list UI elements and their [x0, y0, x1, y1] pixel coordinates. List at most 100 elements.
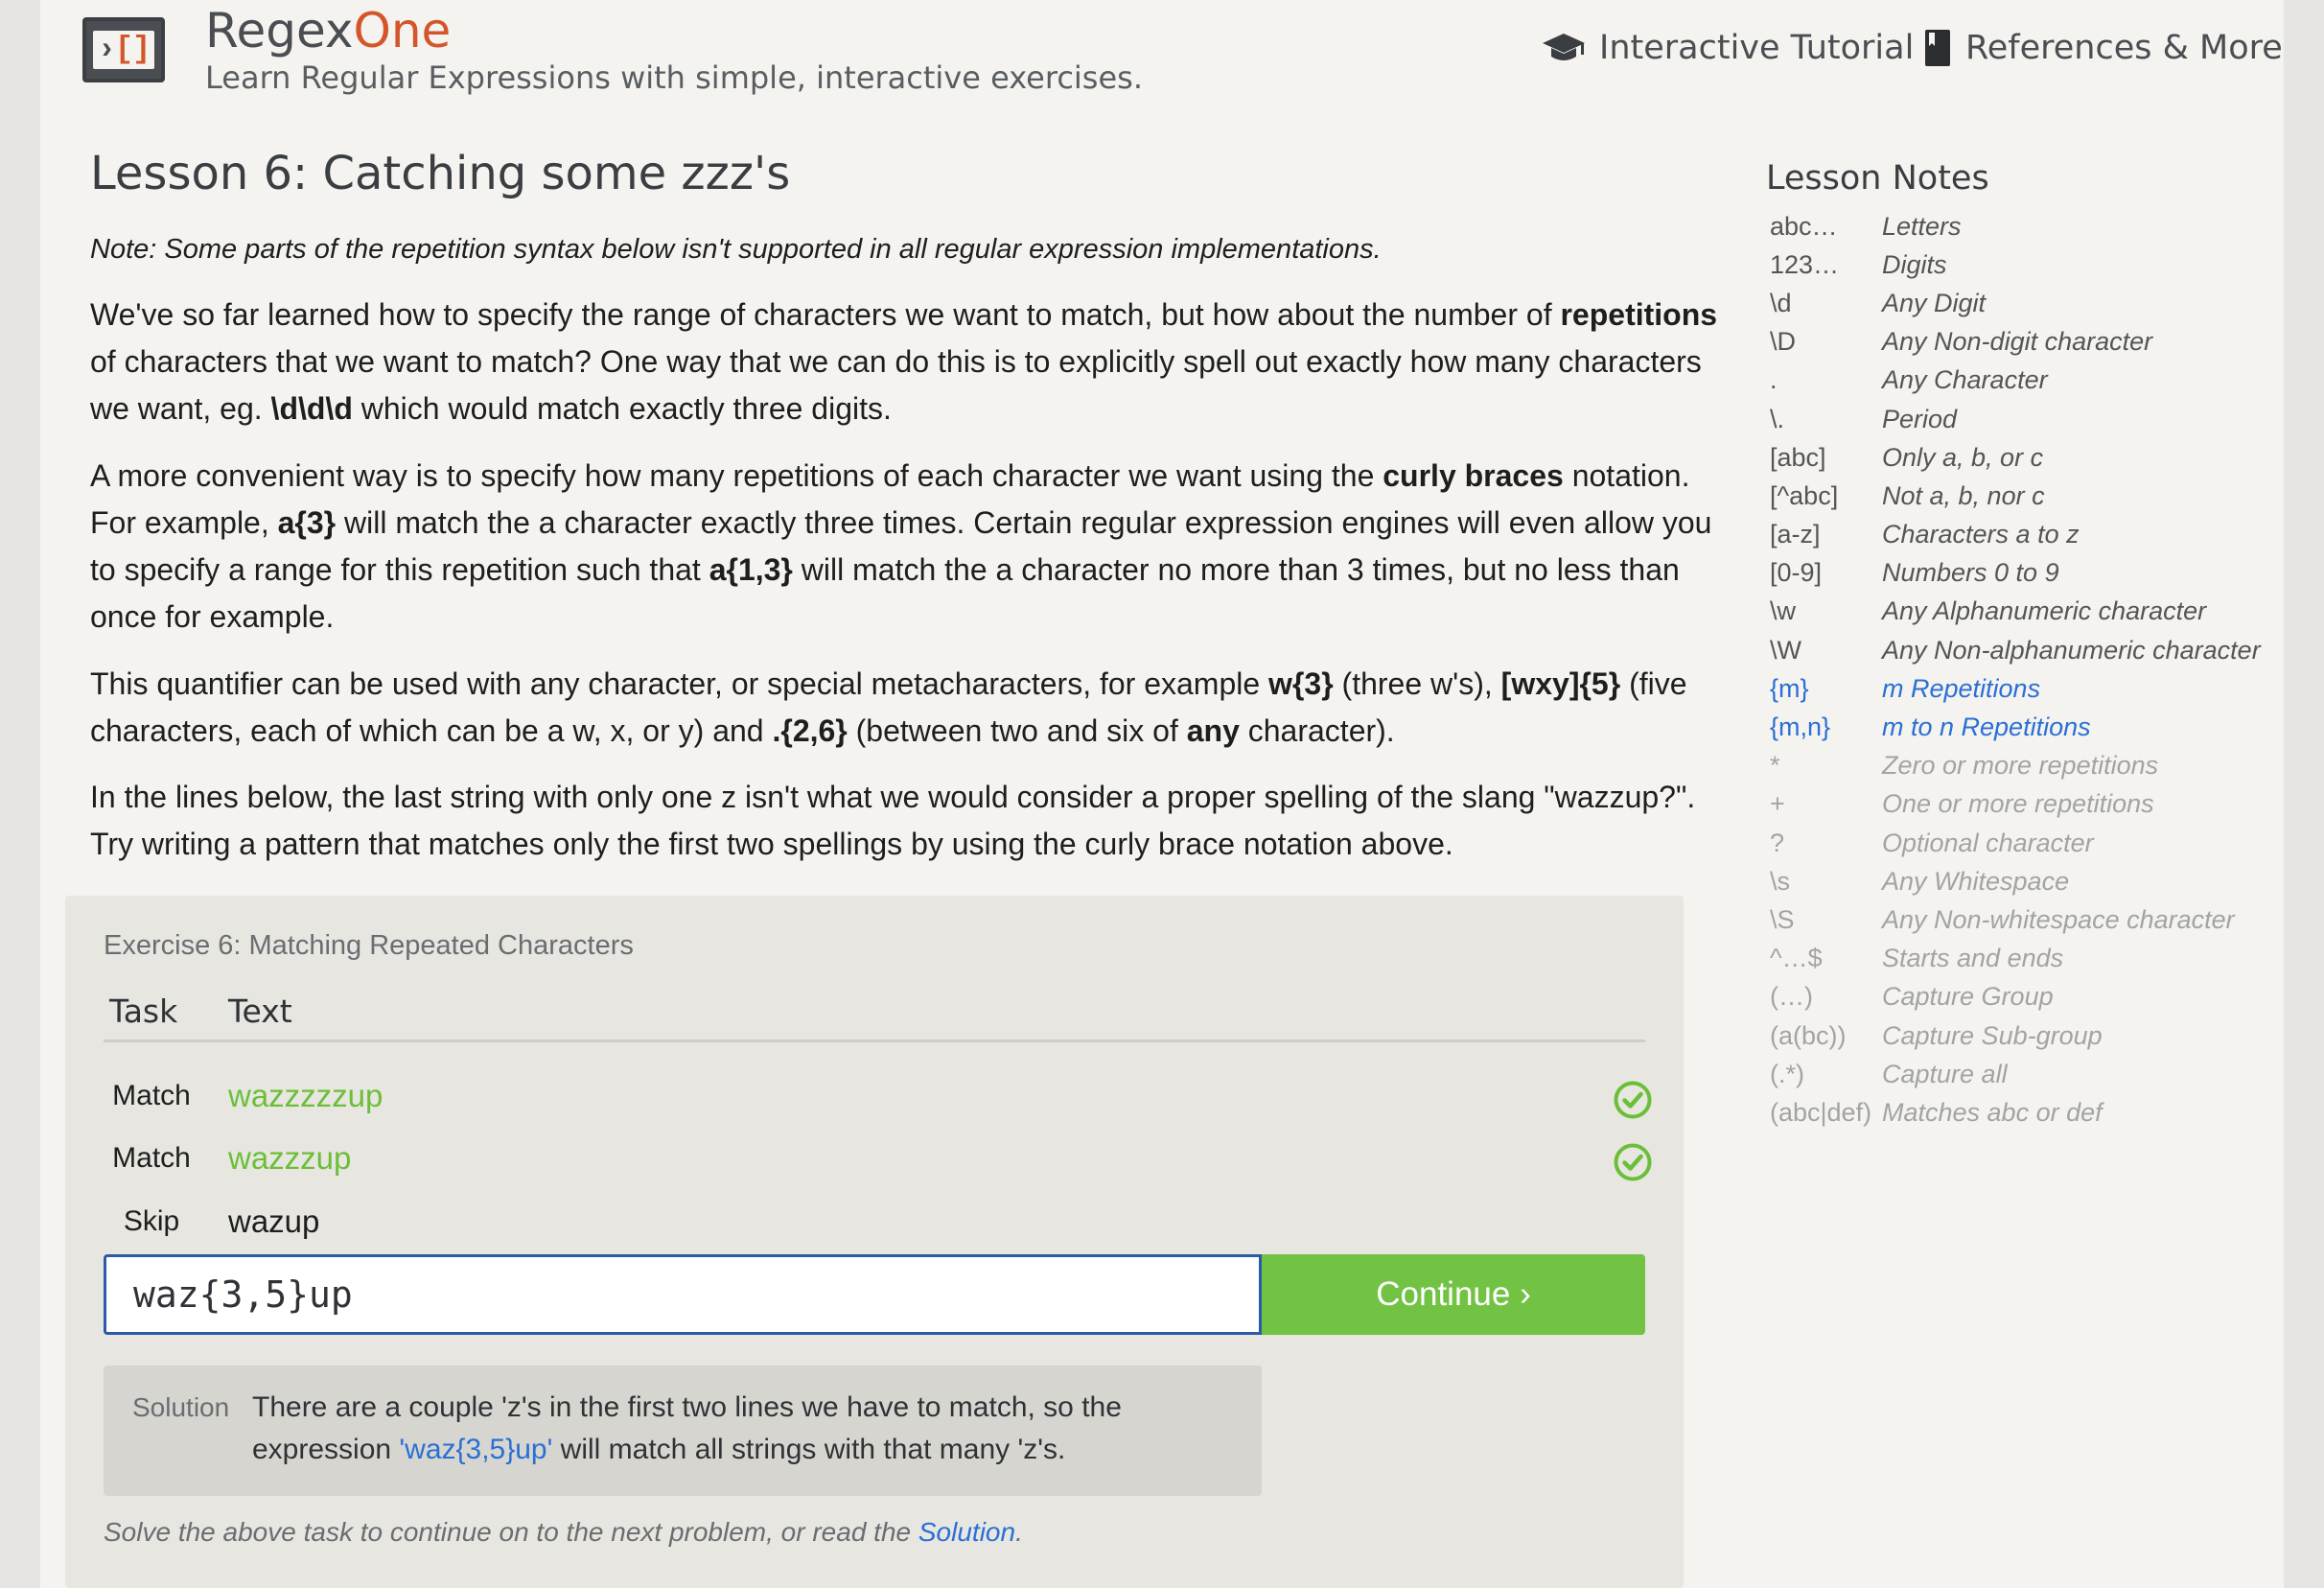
- text-span: This quantifier can be used with any cha…: [90, 666, 1269, 701]
- lesson-note-code: abc…: [1770, 211, 1838, 241]
- lesson-note-desc: Zero or more repetitions: [1882, 751, 2159, 781]
- brand-tagline: Learn Regular Expressions with simple, i…: [205, 59, 1143, 96]
- graduation-cap-icon: [1543, 34, 1585, 60]
- lesson-note-item: {m,n} m to n Repetitions: [1770, 708, 2288, 746]
- bold-term: a{1,3}: [709, 552, 793, 587]
- lesson-note-code: 123…: [1770, 249, 1840, 279]
- lesson-notes-title: Lesson Notes: [1766, 159, 1989, 198]
- lesson-note-desc: Any Alphanumeric character: [1882, 596, 2207, 626]
- lesson-note-code: (.*): [1770, 1059, 1804, 1088]
- brand-title[interactable]: RegexOne: [205, 0, 451, 61]
- lesson-note-desc: m Repetitions: [1882, 673, 2041, 703]
- lesson-note-item: [a-z] Characters a to z: [1770, 516, 2288, 554]
- lesson-note-item: (.*) Capture all: [1770, 1055, 2288, 1093]
- text-span: will match all strings with that many 'z…: [552, 1434, 1066, 1465]
- solution-text: There are a couple 'z's in the first two…: [252, 1387, 1230, 1471]
- lesson-note-item: 123… Digits: [1770, 245, 2288, 284]
- lesson-note-code: .: [1770, 365, 1778, 395]
- solution-code: 'waz{3,5}up': [399, 1434, 553, 1465]
- lesson-note-item: \d Any Digit: [1770, 284, 2288, 322]
- lesson-note-item: \s Any Whitespace: [1770, 862, 2288, 900]
- text-span: .: [1015, 1517, 1023, 1547]
- solution-label: Solution: [132, 1392, 230, 1422]
- lesson-note-code: [^abc]: [1770, 480, 1839, 510]
- lesson-note-code: +: [1770, 789, 1785, 819]
- lesson-note-desc: Any Non-digit character: [1882, 327, 2153, 357]
- check-circle-icon: [1614, 1143, 1652, 1181]
- lesson-note-item: (…) Capture Group: [1770, 978, 2288, 1016]
- regexone-logo[interactable]: ›[]: [82, 17, 165, 82]
- lesson-note-item: [abc] Only a, b, or c: [1770, 438, 2288, 477]
- lesson-title: Lesson 6: Catching some zzz's: [90, 147, 791, 200]
- lesson-note-desc: Digits: [1882, 249, 1947, 279]
- nav-interactive-tutorial[interactable]: Interactive Tutorial: [1542, 27, 1914, 69]
- lesson-note-desc: Any Character: [1882, 365, 2048, 395]
- brand-title-regex: Regex: [205, 3, 354, 58]
- lesson-paragraph-2: A more convenient way is to specify how …: [90, 453, 1720, 641]
- lesson-notes-list: abc… Letters 123… Digits \d Any Digit \D Any No…: [1770, 207, 2288, 1133]
- page: ›[] RegexOne Learn Regular Expressions w…: [40, 0, 2284, 1588]
- lesson-note-desc: Any Whitespace: [1882, 866, 2070, 896]
- text-span: (three w's),: [1333, 666, 1501, 701]
- row-2-text: wazzzup: [228, 1140, 352, 1176]
- lesson-note-code: ?: [1770, 828, 1785, 857]
- lesson-note-desc: Optional character: [1882, 828, 2094, 857]
- lesson-note-desc: Characters a to z: [1882, 520, 2080, 549]
- bold-term: .{2,6}: [772, 713, 848, 748]
- lesson-note-code: [a-z]: [1770, 520, 1821, 549]
- text-span: (between two and six of: [847, 713, 1187, 748]
- lesson-note-code: \W: [1770, 635, 1801, 665]
- column-header-text: Text: [228, 992, 292, 1030]
- exercise-footnote: Solve the above task to continue on to t…: [104, 1513, 1023, 1552]
- book-icon: [1925, 30, 1950, 66]
- nav-references[interactable]: References & More: [1923, 27, 2283, 69]
- continue-button[interactable]: Continue ›: [1262, 1254, 1645, 1335]
- lesson-note-item: . Any Character: [1770, 362, 2288, 400]
- lesson-paragraph-3: This quantifier can be used with any cha…: [90, 661, 1720, 755]
- lesson-note-desc: Numbers 0 to 9: [1882, 558, 2059, 588]
- lesson-note-item: * Zero or more repetitions: [1770, 747, 2288, 785]
- bold-term: [wxy]{5}: [1500, 666, 1621, 701]
- lesson-paragraph-1: We've so far learned how to specify the …: [90, 292, 1720, 432]
- lesson-note-code: [0-9]: [1770, 558, 1823, 588]
- bold-term: \d\d\d: [270, 391, 353, 426]
- page-margin-right: [2284, 0, 2324, 1588]
- solution-link[interactable]: Solution: [918, 1517, 1015, 1547]
- check-circle-icon: [1614, 1081, 1652, 1119]
- lesson-note-code: (…): [1770, 982, 1813, 1012]
- row-3-task: Skip: [123, 1205, 180, 1237]
- table-header-divider: [104, 1039, 1645, 1042]
- lesson-note-item: \. Period: [1770, 400, 2288, 438]
- lesson-note-desc: Any Non-alphanumeric character: [1882, 635, 2261, 665]
- lesson-note-code: \w: [1770, 596, 1796, 626]
- lesson-note-desc: One or more repetitions: [1882, 789, 2154, 819]
- lesson-note-desc: Any Digit: [1882, 288, 1987, 317]
- exercise-panel: Exercise 6: Matching Repeated Characters…: [65, 896, 1684, 1588]
- lesson-note-desc: Capture Group: [1882, 982, 2054, 1012]
- regex-answer-input[interactable]: [104, 1254, 1262, 1335]
- lesson-note: Note: Some parts of the repetition synta…: [90, 234, 1382, 265]
- lesson-note-code: [abc]: [1770, 442, 1826, 472]
- text-span: We've so far learned how to specify the …: [90, 297, 1561, 332]
- text-span: character).: [1239, 713, 1395, 748]
- exercise-title: Exercise 6: Matching Repeated Characters: [104, 930, 634, 961]
- nav-interactive-tutorial-label: Interactive Tutorial: [1599, 29, 1915, 67]
- lesson-note-item: + One or more repetitions: [1770, 785, 2288, 824]
- lesson-note-item: \D Any Non-digit character: [1770, 323, 2288, 362]
- lesson-note-code: ^…$: [1770, 944, 1823, 973]
- lesson-note-code: {m}: [1770, 673, 1809, 703]
- nav-references-label: References & More: [1965, 29, 2283, 67]
- row-2-task: Match: [112, 1142, 191, 1174]
- lesson-note-item: \S Any Non-whitespace character: [1770, 900, 2288, 939]
- lesson-note-item: [0-9] Numbers 0 to 9: [1770, 554, 2288, 593]
- bold-term: a{3}: [277, 505, 337, 540]
- bold-term: w{3}: [1268, 666, 1334, 701]
- bold-term: any: [1186, 713, 1240, 748]
- lesson-note-desc: Period: [1882, 404, 1958, 433]
- lesson-note-code: \s: [1770, 866, 1791, 896]
- text-span: which would match exactly three digits.: [352, 391, 892, 426]
- lesson-note-desc: Matches abc or def: [1882, 1097, 2103, 1127]
- lesson-note-code: \D: [1770, 327, 1796, 357]
- lesson-note-code: \d: [1770, 288, 1792, 317]
- lesson-note-item: abc… Letters: [1770, 207, 2288, 245]
